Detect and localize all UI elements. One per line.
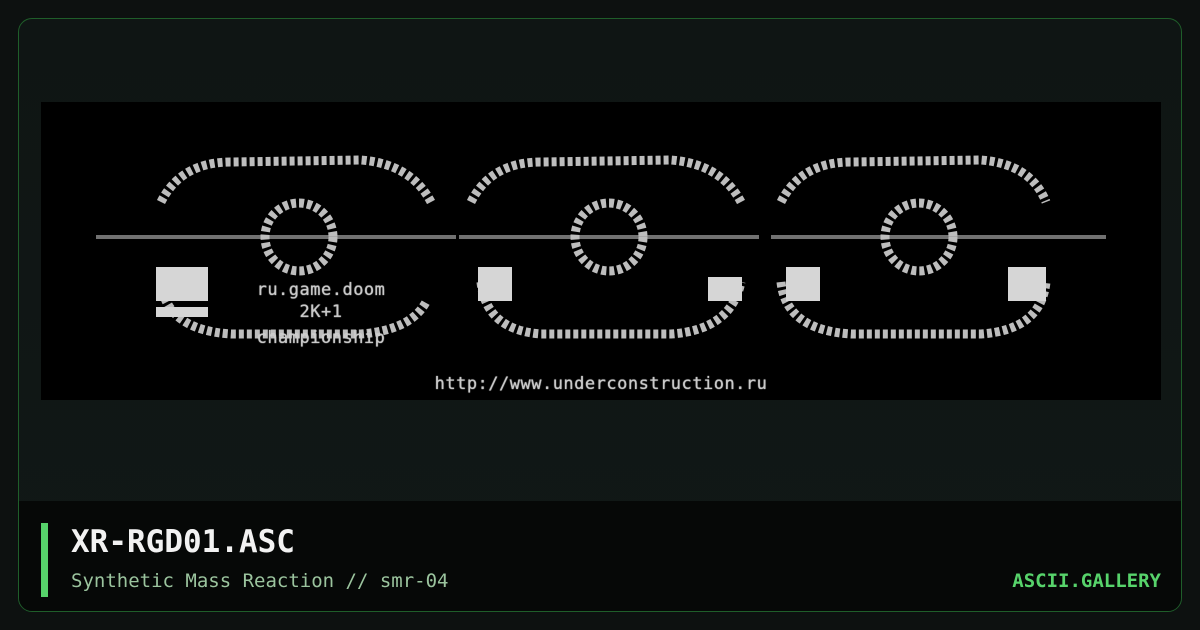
ascii-art-panel: ru.game.doom 2K+1 championship http://ww… [41, 102, 1161, 400]
brand-logo-text[interactable]: ASCII.GALLERY [1012, 569, 1161, 593]
file-subtitle: Synthetic Mass Reaction // smr-04 [71, 570, 449, 592]
ascii-caption-line-1: ru.game.doom [256, 280, 386, 300]
ascii-arrow-band [96, 235, 1106, 239]
footer-bar: XR-RGD01.ASC Synthetic Mass Reaction // … [19, 501, 1181, 611]
ascii-art-graphic [96, 155, 1106, 339]
ascii-caption-line-3: championship [256, 328, 386, 348]
ascii-url-line: http://www.underconstruction.ru [434, 374, 768, 394]
ascii-caption-line-2: 2K+1 [299, 302, 343, 322]
accent-bar [41, 523, 48, 597]
gallery-card: ru.game.doom 2K+1 championship http://ww… [18, 18, 1182, 612]
file-title: XR-RGD01.ASC [71, 524, 295, 560]
